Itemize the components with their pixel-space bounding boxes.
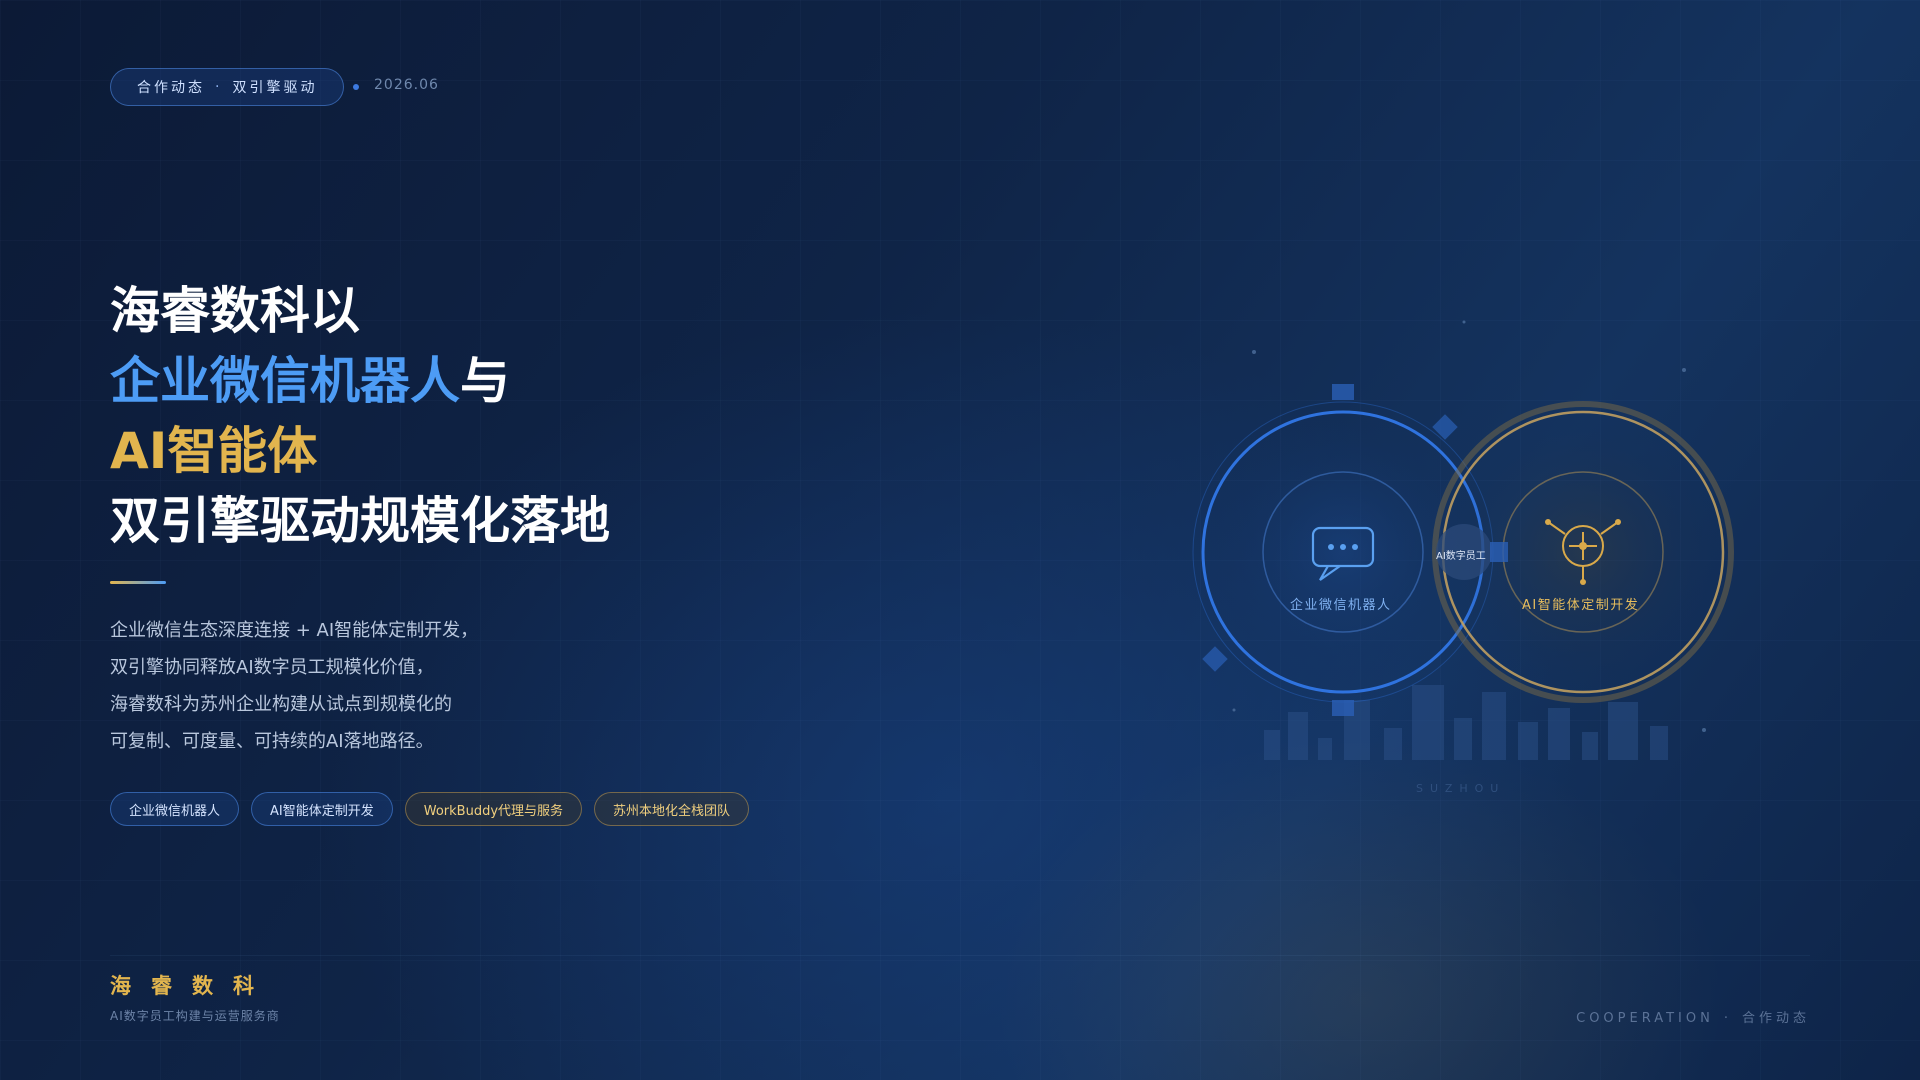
page-title: 海睿数科以 企业微信机器人与 AI智能体 双引擎驱动规模化落地	[110, 276, 610, 556]
description-line: 可复制、可度量、可持续的AI落地路径。	[110, 731, 434, 752]
feature-chips: 企业微信机器人 AI智能体定制开发 WorkBuddy代理与服务 苏州本地化全栈…	[110, 792, 750, 826]
description-line: 双引擎协同释放AI数字员工规模化价值，	[110, 657, 434, 678]
tag-separator: ·	[215, 79, 223, 95]
footer-en-label: COOPERATION	[1576, 1011, 1714, 1026]
chip-wecom-robot: 企业微信机器人	[110, 792, 240, 826]
description-line: 企业微信生态深度连接 + AI智能体定制开发，	[110, 620, 479, 641]
title-line-2-tail: 与	[460, 352, 510, 410]
footer-cn-label: 合作动态	[1741, 1011, 1810, 1026]
date-label: 2026.06	[374, 77, 439, 93]
title-line-1: 海睿数科以	[110, 282, 360, 340]
left-node-label: 企业微信机器人	[1290, 598, 1392, 613]
description-line: 海睿数科为苏州企业构建从试点到规模化的	[110, 694, 452, 715]
title-highlight-blue: 企业微信机器人	[110, 352, 460, 410]
right-node-label: AI智能体定制开发	[1522, 598, 1640, 613]
chip-ai-agent-dev: AI智能体定制开发	[251, 792, 393, 826]
tag-right-text: 双引擎驱动	[232, 80, 318, 96]
city-label: SUZHOU	[1416, 782, 1506, 795]
dot-separator	[353, 84, 359, 90]
center-node-label: AI数字员工	[1436, 551, 1486, 562]
brand-name: 海睿数科	[110, 974, 274, 998]
title-divider	[110, 581, 166, 584]
footer-section-label: COOPERATION · 合作动态	[1576, 1007, 1810, 1026]
chip-workbuddy: WorkBuddy代理与服务	[404, 792, 583, 826]
description: 企业微信生态深度连接 + AI智能体定制开发， 双引擎协同释放AI数字员工规模化…	[110, 612, 478, 760]
footer-divider	[110, 955, 1810, 956]
title-line-3: AI智能体	[110, 422, 318, 480]
footer-separator: ·	[1723, 1011, 1732, 1026]
title-line-2: 企业微信机器人与	[110, 346, 610, 416]
brand-tagline: AI数字员工构建与运营服务商	[110, 1009, 280, 1023]
category-tag: 合作动态 · 双引擎驱动	[110, 68, 345, 106]
title-line-4: 双引擎驱动规模化落地	[110, 492, 610, 550]
chip-local-team: 苏州本地化全栈团队	[594, 792, 750, 826]
tag-left-text: 合作动态	[137, 80, 205, 96]
